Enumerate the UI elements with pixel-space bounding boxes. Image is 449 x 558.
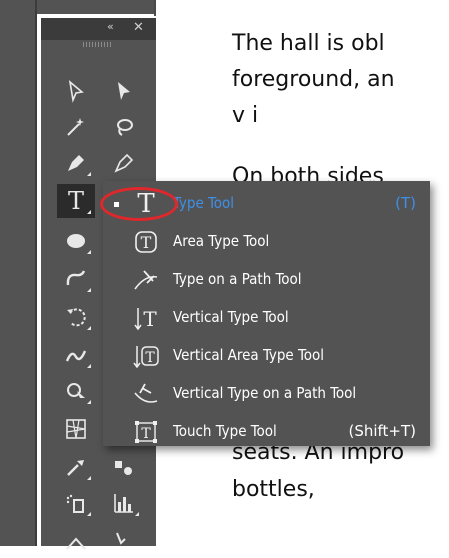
document-text-line-1: The hall is obl: [232, 31, 385, 56]
column-graph-tool[interactable]: [105, 486, 143, 520]
slice-tool[interactable]: [105, 524, 143, 558]
menu-item-label: Vertical Type on a Path Tool: [173, 384, 357, 402]
menu-item-shortcut: (Shift+T): [348, 422, 416, 440]
curvature-pen-icon: [114, 153, 134, 173]
menu-item-label: Vertical Type Tool: [173, 308, 289, 326]
shape-builder-icon: [67, 383, 85, 398]
menu-item-label: Type Tool: [173, 194, 234, 212]
panel-grip[interactable]: [83, 42, 113, 47]
eyedropper-icon: [67, 460, 84, 476]
slice-icon: [116, 532, 126, 545]
submenu-corner-icon: [87, 250, 91, 254]
submenu-corner-icon: [87, 400, 91, 404]
svg-text:T: T: [141, 233, 152, 252]
symbol-sprayer-tool[interactable]: [57, 486, 95, 520]
artboard-tool[interactable]: [57, 524, 95, 558]
tools-panel-header[interactable]: « ✕: [41, 18, 156, 40]
blend-tool[interactable]: [105, 450, 143, 484]
menu-item-label: Vertical Area Type Tool: [173, 346, 324, 364]
ellipse-icon: [67, 234, 85, 248]
lasso-icon: [117, 119, 133, 136]
collapse-panel-icon[interactable]: «: [107, 20, 114, 33]
perspective-grid-icon: [66, 419, 86, 439]
artboard-icon: [66, 537, 86, 550]
vertical-area-type-icon: T: [130, 340, 162, 372]
highlight-ring-annotation: [100, 187, 178, 221]
shaper-tool[interactable]: [57, 262, 95, 296]
pen-tool[interactable]: [57, 146, 95, 180]
warp-icon: [65, 350, 87, 362]
submenu-corner-icon: [87, 288, 91, 292]
direct-selection-arrow-icon: [118, 82, 130, 100]
perspective-grid-tool[interactable]: [57, 412, 95, 446]
selection-arrow-outline-icon: [68, 80, 84, 103]
symbol-sprayer-icon: [66, 494, 84, 513]
menu-item-touch-type-tool[interactable]: T Touch Type Tool (Shift+T): [103, 413, 430, 451]
document-text-line-6: bottles,: [232, 477, 315, 502]
menu-item-label: Type on a Path Tool: [173, 270, 302, 288]
menu-item-label: Touch Type Tool: [173, 422, 277, 440]
canvas-divider: [154, 0, 156, 16]
type-t-icon: T: [67, 187, 84, 215]
type-on-path-icon: [130, 264, 162, 296]
pen-icon: [68, 155, 84, 171]
menu-item-label: Area Type Tool: [173, 232, 270, 250]
close-panel-icon[interactable]: ✕: [133, 20, 144, 35]
type-tool[interactable]: T: [57, 184, 95, 218]
rotate-tool[interactable]: [57, 300, 95, 334]
menu-item-vertical-type-tool[interactable]: T Vertical Type Tool: [103, 299, 430, 337]
magic-wand-icon: [67, 118, 84, 136]
submenu-corner-icon: [87, 172, 91, 176]
menu-item-vertical-type-on-path-tool[interactable]: Vertical Type on a Path Tool: [103, 375, 430, 413]
direct-selection-tool[interactable]: [105, 74, 143, 108]
curvature-tool[interactable]: [105, 146, 143, 180]
left-gutter: [0, 0, 35, 546]
menu-item-shortcut: (T): [395, 194, 416, 212]
blend-icon: [115, 461, 132, 475]
menu-item-vertical-area-type-tool[interactable]: T Vertical Area Type Tool: [103, 337, 430, 375]
submenu-corner-icon: [87, 210, 91, 214]
eyedropper-tool[interactable]: [57, 450, 95, 484]
menu-item-type-on-path-tool[interactable]: Type on a Path Tool: [103, 261, 430, 299]
submenu-corner-icon: [87, 364, 91, 368]
menu-item-area-type-tool[interactable]: T Area Type Tool: [103, 223, 430, 261]
gutter-edge: [35, 0, 37, 546]
ellipse-tool[interactable]: [57, 224, 95, 258]
svg-text:T: T: [141, 426, 151, 442]
shaper-icon: [66, 270, 86, 286]
document-text-line-2: foreground, an: [232, 67, 395, 92]
submenu-corner-icon: [87, 326, 91, 330]
submenu-corner-icon: [87, 476, 91, 480]
column-graph-icon: [114, 494, 133, 513]
selection-tool[interactable]: [57, 74, 95, 108]
document-text-line-3: v i: [232, 103, 259, 128]
warp-tool[interactable]: [57, 338, 95, 372]
area-type-icon: T: [130, 226, 162, 258]
type-tool-flyout-menu: T Type Tool (T) T Area Type Tool Type on…: [103, 181, 430, 446]
magic-wand-tool[interactable]: [57, 110, 95, 144]
rotate-icon: [67, 308, 86, 327]
submenu-corner-icon: [135, 512, 139, 516]
shape-builder-tool[interactable]: [57, 374, 95, 408]
lasso-tool[interactable]: [105, 110, 143, 144]
panel-dock-top: [37, 0, 155, 14]
touch-type-icon: T: [130, 416, 162, 448]
svg-text:T: T: [143, 307, 157, 331]
vertical-type-icon: T: [130, 302, 162, 334]
submenu-corner-icon: [87, 512, 91, 516]
svg-text:T: T: [145, 350, 155, 366]
vertical-type-on-path-icon: [130, 378, 162, 410]
